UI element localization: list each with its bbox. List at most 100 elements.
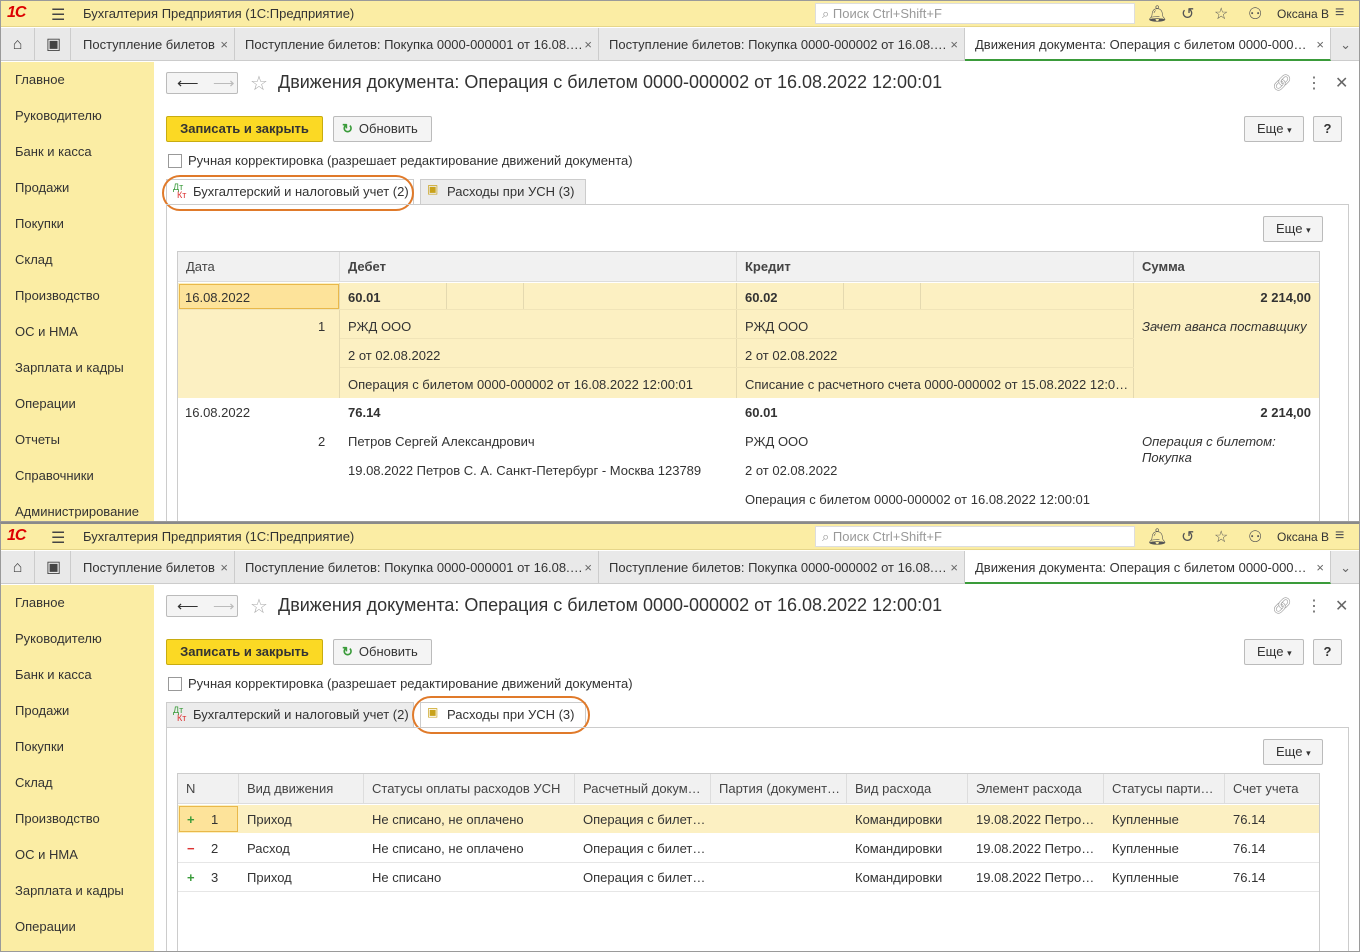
- messages-icon[interactable]: ▣: [37, 28, 71, 61]
- save-and-close-button[interactable]: Записать и закрыть: [166, 639, 323, 665]
- sidebar-item-operations[interactable]: Операции: [15, 396, 76, 411]
- col-date[interactable]: Дата: [178, 252, 340, 282]
- link-icon[interactable]: 🔗︎: [1272, 596, 1292, 616]
- save-and-close-button[interactable]: Записать и закрыть: [166, 116, 323, 142]
- sidebar-item-manager[interactable]: Руководителю: [15, 631, 102, 646]
- refresh-button[interactable]: ↻ Обновить: [333, 639, 432, 665]
- history-icon[interactable]: ↺: [1181, 4, 1194, 24]
- sidebar-item-operations[interactable]: Операции: [15, 919, 76, 934]
- help-button[interactable]: ?: [1313, 116, 1342, 142]
- tab-ticket-receipts[interactable]: Поступление билетов ×: [73, 28, 235, 61]
- tab-document-movements[interactable]: Движения документа: Операция с билетом 0…: [965, 551, 1331, 584]
- col-expense-type[interactable]: Вид расхода: [847, 774, 968, 804]
- col-account[interactable]: Счет учета: [1225, 774, 1319, 804]
- close-icon[interactable]: ×: [1316, 551, 1324, 582]
- chevron-down-icon[interactable]: ⌄: [1340, 28, 1351, 61]
- main-menu-icon[interactable]: ☰: [51, 528, 65, 548]
- tab-ticket-receipts[interactable]: Поступление билетов ×: [73, 551, 235, 584]
- sidebar-item-reports[interactable]: Отчеты: [15, 432, 60, 447]
- close-icon[interactable]: ×: [584, 551, 592, 584]
- close-icon[interactable]: ×: [950, 28, 958, 61]
- close-icon[interactable]: ✕: [1335, 596, 1348, 616]
- tab-receipt-1[interactable]: Поступление билетов: Покупка 0000-000001…: [235, 28, 599, 61]
- col-sum[interactable]: Сумма: [1134, 252, 1319, 282]
- more-button[interactable]: Еще ▾: [1244, 116, 1304, 142]
- back-arrow-icon[interactable]: ⟵: [177, 597, 199, 615]
- close-icon[interactable]: ×: [584, 28, 592, 61]
- help-button[interactable]: ?: [1313, 639, 1342, 665]
- tab-usn-expenses[interactable]: ▣ Расходы при УСН (3): [420, 179, 586, 205]
- sidebar-item-fixed-assets[interactable]: ОС и НМА: [15, 847, 78, 862]
- sidebar-item-payroll[interactable]: Зарплата и кадры: [15, 883, 124, 898]
- more-vertical-icon[interactable]: ⋮: [1306, 596, 1322, 616]
- tab-receipt-2[interactable]: Поступление билетов: Покупка 0000-000002…: [599, 551, 965, 584]
- col-credit[interactable]: Кредит: [737, 252, 1134, 282]
- favorites-star-icon[interactable]: ☆: [1214, 4, 1228, 24]
- bell-icon[interactable]: 🔔︎: [1147, 527, 1167, 547]
- sidebar-item-sales[interactable]: Продажи: [15, 703, 69, 718]
- sidebar-item-fixed-assets[interactable]: ОС и НМА: [15, 324, 78, 339]
- sidebar-item-admin[interactable]: Администрирование: [15, 504, 139, 519]
- more-button[interactable]: Еще ▾: [1244, 639, 1304, 665]
- col-batch-status[interactable]: Статусы парти…: [1104, 774, 1225, 804]
- forward-arrow-icon[interactable]: ⟶: [213, 74, 235, 92]
- sidebar-item-sales[interactable]: Продажи: [15, 180, 69, 195]
- back-arrow-icon[interactable]: ⟵: [177, 74, 199, 92]
- sidebar-item-manager[interactable]: Руководителю: [15, 108, 102, 123]
- manual-edit-checkbox[interactable]: [168, 677, 182, 691]
- col-movement[interactable]: Вид движения: [239, 774, 364, 804]
- user-icon[interactable]: ⚇: [1248, 4, 1262, 24]
- favorite-star-icon[interactable]: ☆: [250, 71, 268, 96]
- close-icon[interactable]: ×: [1316, 28, 1324, 59]
- link-icon[interactable]: 🔗︎: [1272, 73, 1292, 93]
- favorite-star-icon[interactable]: ☆: [250, 594, 268, 619]
- refresh-button[interactable]: ↻ Обновить: [333, 116, 432, 142]
- sidebar-item-bank[interactable]: Банк и касса: [15, 667, 92, 682]
- home-icon[interactable]: ⌂: [1, 551, 35, 584]
- messages-icon[interactable]: ▣: [37, 551, 71, 584]
- chevron-down-icon[interactable]: ⌄: [1340, 551, 1351, 584]
- user-name[interactable]: Оксана В: [1277, 7, 1329, 21]
- close-icon[interactable]: ×: [950, 551, 958, 584]
- sidebar-item-directories[interactable]: Справочники: [15, 468, 94, 483]
- sidebar-item-production[interactable]: Производство: [15, 288, 100, 303]
- forward-arrow-icon[interactable]: ⟶: [213, 597, 235, 615]
- search-input[interactable]: ⌕ Поиск Ctrl+Shift+F: [815, 526, 1135, 547]
- tab-receipt-2[interactable]: Поступление билетов: Покупка 0000-000002…: [599, 28, 965, 61]
- tab-accounting[interactable]: Дт Кт Бухгалтерский и налоговый учет (2): [166, 702, 414, 728]
- settings-menu-icon[interactable]: ≡: [1335, 4, 1344, 22]
- col-debit[interactable]: Дебет: [340, 252, 737, 282]
- sidebar-item-purchases[interactable]: Покупки: [15, 216, 64, 231]
- sidebar-item-main[interactable]: Главное: [15, 595, 65, 610]
- tab-receipt-1[interactable]: Поступление билетов: Покупка 0000-000001…: [235, 551, 599, 584]
- user-name[interactable]: Оксана В: [1277, 530, 1329, 544]
- history-icon[interactable]: ↺: [1181, 527, 1194, 547]
- tab-document-movements[interactable]: Движения документа: Операция с билетом 0…: [965, 28, 1331, 61]
- close-icon[interactable]: ✕: [1335, 73, 1348, 93]
- col-batch[interactable]: Партия (документ…: [711, 774, 847, 804]
- settings-menu-icon[interactable]: ≡: [1335, 527, 1344, 545]
- favorites-star-icon[interactable]: ☆: [1214, 527, 1228, 547]
- table-more-button[interactable]: Еще ▾: [1263, 739, 1323, 765]
- sidebar-item-warehouse[interactable]: Склад: [15, 775, 53, 790]
- main-menu-icon[interactable]: ☰: [51, 5, 65, 25]
- col-settlement-doc[interactable]: Расчетный докум…: [575, 774, 711, 804]
- sidebar-item-payroll[interactable]: Зарплата и кадры: [15, 360, 124, 375]
- col-n[interactable]: N: [178, 774, 239, 804]
- table-more-button[interactable]: Еще ▾: [1263, 216, 1323, 242]
- sidebar-item-warehouse[interactable]: Склад: [15, 252, 53, 267]
- col-payment-status[interactable]: Статусы оплаты расходов УСН: [364, 774, 575, 804]
- close-icon[interactable]: ×: [220, 551, 228, 584]
- search-input[interactable]: ⌕ Поиск Ctrl+Shift+F: [815, 3, 1135, 24]
- bell-icon[interactable]: 🔔︎: [1147, 4, 1167, 24]
- home-icon[interactable]: ⌂: [1, 28, 35, 61]
- sidebar-item-bank[interactable]: Банк и касса: [15, 144, 92, 159]
- col-expense-element[interactable]: Элемент расхода: [968, 774, 1104, 804]
- sidebar-item-purchases[interactable]: Покупки: [15, 739, 64, 754]
- sidebar-item-production[interactable]: Производство: [15, 811, 100, 826]
- manual-edit-checkbox[interactable]: [168, 154, 182, 168]
- more-vertical-icon[interactable]: ⋮: [1306, 73, 1322, 93]
- sidebar-item-main[interactable]: Главное: [15, 72, 65, 87]
- close-icon[interactable]: ×: [220, 28, 228, 61]
- user-icon[interactable]: ⚇: [1248, 527, 1262, 547]
